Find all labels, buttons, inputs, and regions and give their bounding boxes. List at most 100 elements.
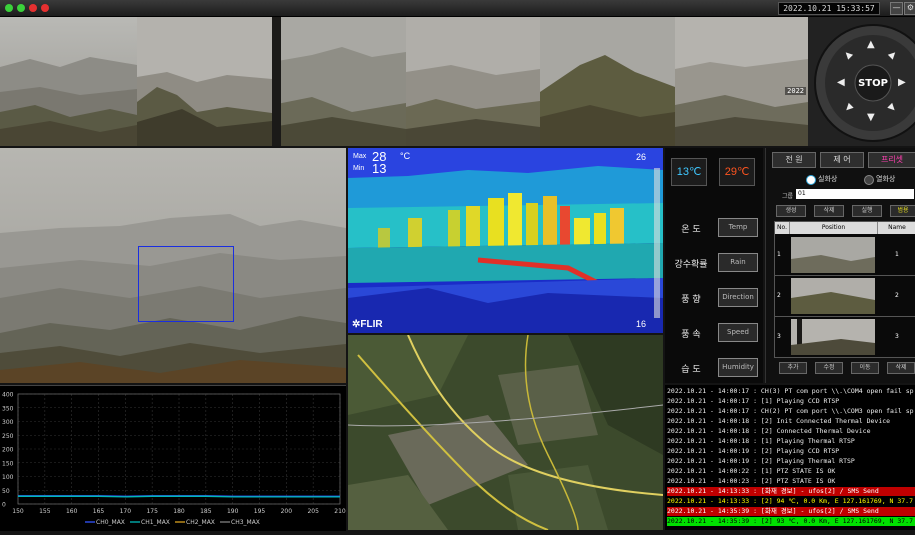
panorama-view-2[interactable]	[137, 17, 272, 146]
satellite-map-view[interactable]	[348, 335, 663, 530]
x-tick-label: 155	[39, 508, 51, 515]
y-tick-label: 350	[2, 405, 14, 412]
x-tick-label: 185	[200, 508, 212, 515]
rain-probability-label: 강수확률	[674, 260, 708, 270]
rain-button[interactable]: Rain	[718, 253, 758, 272]
humidity-button[interactable]: Humidity	[718, 358, 758, 377]
log-line: 2022.10.21 - 14:00:18 : [2] Connected Th…	[667, 427, 871, 435]
log-line: 2022.10.21 - 14:00:17 : [1] Playing CCD …	[667, 397, 840, 405]
log-line: 2022.10.21 - 14:00:19 : [2] Playing Ther…	[667, 457, 855, 465]
thermal-image	[348, 148, 663, 333]
x-tick-label: 200	[281, 508, 293, 515]
window-dot-green-icon[interactable]	[5, 4, 13, 12]
stop-button[interactable]: STOP	[855, 77, 891, 91]
panorama-image-2	[137, 17, 272, 146]
tab-control[interactable]: 제 어	[820, 152, 864, 168]
column-position-header: Position	[790, 222, 878, 234]
group-select[interactable]: 01	[796, 189, 914, 199]
radio-thermal-icon[interactable]	[864, 175, 874, 185]
log-line: 2022.10.21 - 14:35:39 : [화재 경보] - ufos[2…	[667, 507, 915, 516]
y-tick-label: 400	[2, 392, 14, 399]
run-button[interactable]: 실행	[852, 205, 882, 217]
minimize-button[interactable]: —	[890, 2, 903, 15]
ptz-up-arrow-icon[interactable]: ▲	[867, 39, 875, 50]
tab-power[interactable]: 전 원	[772, 152, 816, 168]
x-tick-label: 190	[227, 508, 239, 515]
table-row[interactable]: 2 2	[775, 276, 915, 317]
log-line: 2022.10.21 - 14:00:23 : [2] PTZ STATE IS…	[667, 477, 836, 485]
create-button[interactable]: 생성	[776, 205, 806, 217]
general-button[interactable]: 범용	[890, 205, 915, 217]
panorama-view-1[interactable]	[0, 17, 137, 146]
event-log[interactable]: 2022.10.21 - 14:00:17 : CH(3) PT com por…	[665, 385, 915, 530]
panorama-image-4	[406, 17, 540, 146]
window-dot-red-icon[interactable]	[29, 4, 37, 12]
clock-display: 2022.10.21 15:33:57	[778, 2, 880, 15]
log-line: 2022.10.21 - 14:00:18 : [1] Playing Ther…	[667, 437, 855, 445]
panorama-view-5[interactable]	[540, 17, 675, 146]
log-line: 2022.10.21 - 14:00:17 : CH(2) PT com por…	[667, 407, 914, 415]
table-row[interactable]: 3 3	[775, 317, 915, 357]
flir-logo: ✲FLIR	[352, 319, 383, 330]
table-row[interactable]: 1 1	[775, 235, 915, 276]
temp-button[interactable]: Temp	[718, 218, 758, 237]
preset-thumbnail	[791, 319, 875, 355]
move-preset-button[interactable]: 이동	[851, 362, 879, 374]
y-tick-label: 100	[2, 474, 14, 481]
row-name: 3	[895, 333, 899, 340]
thermal-scale-bottom: 16	[636, 319, 647, 329]
thermal-camera-view[interactable]: Max 28 °C Min 13 26 16 ✲FLIR	[348, 148, 663, 333]
x-tick-label: 170	[120, 508, 132, 515]
x-tick-label: 160	[66, 508, 78, 515]
window-dot-red-icon[interactable]	[41, 4, 49, 12]
roi-selection-box[interactable]	[138, 246, 234, 322]
radio-visible-label: 실화상	[818, 175, 838, 183]
panorama-image-3	[272, 17, 406, 146]
x-tick-label: 195	[254, 508, 266, 515]
thermal-min-label: Min	[353, 165, 365, 172]
log-line: 2022.10.21 - 14:00:19 : [2] Playing CCD …	[667, 447, 840, 455]
series-line-ch1-max	[18, 495, 340, 498]
y-tick-label: 0	[2, 502, 6, 509]
direction-button[interactable]: Direction	[718, 288, 758, 307]
humidity-label: 습 도	[681, 365, 701, 375]
x-tick-label: 175	[146, 508, 158, 515]
group-label: 그룹	[782, 193, 794, 200]
edit-preset-button[interactable]: 수정	[815, 362, 843, 374]
panorama-view-3[interactable]	[272, 17, 406, 146]
tab-preset[interactable]: 프리셋	[868, 152, 915, 168]
delete-group-button[interactable]: 삭제	[814, 205, 844, 217]
panorama-view-4[interactable]	[406, 17, 540, 146]
radio-thermal-label: 열화상	[876, 175, 896, 183]
flir-brand: FLIR	[360, 319, 383, 330]
log-line: 2022.10.21 - 14:13:33 : [2] 94 ℃, 0.0 Km…	[667, 497, 914, 505]
log-line: 2022.10.21 - 14:35:39 : [2] 93 ℃, 0.0 Km…	[667, 517, 915, 526]
satellite-map-image	[348, 335, 663, 530]
legend-label: CH1_MAX	[141, 519, 170, 526]
radio-visible-icon[interactable]	[806, 175, 816, 185]
row-number: 2	[777, 292, 781, 299]
ptz-left-arrow-icon[interactable]: ◀	[837, 77, 845, 88]
ptz-down-arrow-icon[interactable]: ▼	[867, 112, 875, 123]
delete-preset-button[interactable]: 삭제	[887, 362, 915, 374]
add-preset-button[interactable]: 추가	[779, 362, 807, 374]
x-tick-label: 180	[173, 508, 185, 515]
preset-thumbnail	[791, 237, 875, 273]
settings-button[interactable]: ⚙	[904, 2, 915, 15]
ptz-right-arrow-icon[interactable]: ▶	[898, 77, 906, 88]
x-tick-label: 205	[307, 508, 319, 515]
y-tick-label: 300	[2, 419, 14, 426]
temperature-chart: 0 50 100 150 200 250 300 350 400 150 155 160 165 170 1…	[0, 385, 346, 531]
legend-label: CH2_MAX	[186, 519, 215, 526]
window-dot-green-icon[interactable]	[17, 4, 25, 12]
panorama-tag: 2022	[785, 87, 806, 95]
temperature-chart-svg: 0 50 100 150 200 250 300 350 400 150 155 160 165 170 1…	[2, 392, 346, 527]
preset-thumbnail	[791, 278, 875, 314]
row-name: 1	[895, 251, 899, 258]
panorama-image-1	[0, 17, 137, 146]
y-tick-label: 50	[2, 488, 10, 495]
speed-button[interactable]: Speed	[718, 323, 758, 342]
x-tick-label: 165	[93, 508, 105, 515]
temperature-reading-1: 13℃	[671, 158, 707, 186]
panorama-view-6[interactable]: 2022	[675, 17, 808, 146]
